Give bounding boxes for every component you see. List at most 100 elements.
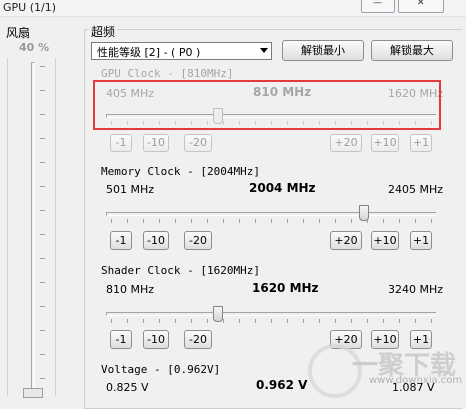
unlock-max-button[interactable]: 解锁最大 <box>371 40 453 61</box>
fan-slider-tick <box>40 114 45 115</box>
slider-tick <box>335 319 336 323</box>
watermark-url: www.downxia.com <box>369 375 463 386</box>
slider-tick <box>383 219 384 223</box>
slider-tick <box>223 219 224 223</box>
slider-tick <box>271 319 272 323</box>
slider-tick <box>367 319 368 323</box>
memory-clock-title: Memory Clock - [2004MHz] <box>101 165 260 178</box>
slider-tick <box>351 319 352 323</box>
slider-tick <box>143 219 144 223</box>
slider-tick <box>239 319 240 323</box>
fan-slider-tick <box>40 354 45 355</box>
gpu-clock-minus-20-button[interactable]: -20 <box>184 134 212 152</box>
fan-percent: 40 % <box>19 41 50 54</box>
memory-clock-minus-10-button[interactable]: -10 <box>143 231 169 250</box>
fan-slider-tick <box>40 162 45 163</box>
slider-tick <box>287 219 288 223</box>
unlock-min-button[interactable]: 解锁最小 <box>282 40 364 61</box>
slider-tick <box>303 319 304 323</box>
slider-tick <box>319 219 320 223</box>
fan-slider-tick <box>40 186 45 187</box>
fan-panel-border <box>55 58 56 396</box>
slider-tick <box>143 121 144 125</box>
slider-tick <box>159 219 160 223</box>
gpu-clock-highlight-box <box>93 80 441 130</box>
voltage-title: Voltage - [0.962V] <box>101 363 221 376</box>
slider-tick <box>191 121 192 125</box>
perf-level-value: 性能等级 [2] - ( P0 ) <box>97 46 201 59</box>
shader-clock-current: 1620 MHz <box>252 281 319 295</box>
slider-tick <box>367 121 368 125</box>
gpu-clock-minus-10-button[interactable]: -10 <box>143 134 169 152</box>
shader-clock-minus-1-button[interactable]: -1 <box>110 330 132 349</box>
fan-panel-border <box>7 58 8 396</box>
window-title: GPU (1/1) <box>3 1 56 14</box>
shader-clock-title: Shader Clock - [1620MHz] <box>101 264 260 277</box>
slider-tick <box>143 319 144 323</box>
slider-tick <box>367 219 368 223</box>
memory-clock-minus-1-button[interactable]: -1 <box>110 231 132 250</box>
fan-slider-tick <box>40 90 45 91</box>
gpu-clock-minus-1-button[interactable]: -1 <box>110 134 132 152</box>
memory-clock-minus-20-button[interactable]: -20 <box>184 231 212 250</box>
slider-tick <box>127 219 128 223</box>
fan-slider-track[interactable] <box>31 62 35 396</box>
memory-clock-plus-1-button[interactable]: +1 <box>410 231 432 250</box>
slider-tick <box>239 219 240 223</box>
fan-slider-tick <box>40 210 45 211</box>
slider-tick <box>431 219 432 223</box>
fan-slider-tick <box>40 138 45 139</box>
slider-tick <box>415 219 416 223</box>
slider-tick <box>399 319 400 323</box>
memory-clock-slider-track[interactable] <box>106 212 436 216</box>
slider-tick <box>191 219 192 223</box>
slider-tick <box>175 121 176 125</box>
slider-tick <box>319 319 320 323</box>
fan-slider-tick <box>40 306 45 307</box>
slider-tick <box>351 121 352 125</box>
close-button[interactable]: ✕ <box>398 0 444 13</box>
fan-slider-tick <box>40 330 45 331</box>
shader-clock-slider-thumb[interactable] <box>212 306 223 322</box>
gpu-clock-plus-1-button[interactable]: +1 <box>410 134 432 152</box>
fan-slider-tick <box>40 282 45 283</box>
memory-clock-min: 501 MHz <box>106 183 155 196</box>
slider-tick <box>127 319 128 323</box>
window-title-bar <box>0 0 466 17</box>
slider-tick <box>383 319 384 323</box>
slider-tick <box>255 121 256 125</box>
slider-tick <box>223 319 224 323</box>
gpu-clock-title: GPU Clock - [810MHz] <box>101 67 234 80</box>
memory-clock-plus-20-button[interactable]: +20 <box>330 231 362 250</box>
slider-tick <box>111 219 112 223</box>
fan-slider-tick <box>40 66 45 67</box>
slider-tick <box>287 319 288 323</box>
gpu-clock-plus-10-button[interactable]: +10 <box>371 134 399 152</box>
fan-slider-tick <box>40 258 45 259</box>
slider-tick <box>175 219 176 223</box>
memory-clock-current: 2004 MHz <box>249 181 316 195</box>
shader-clock-minus-20-button[interactable]: -20 <box>184 330 212 349</box>
voltage-min: 0.825 V <box>106 381 149 394</box>
slider-tick <box>207 319 208 323</box>
slider-tick <box>159 121 160 125</box>
slider-tick <box>223 121 224 125</box>
memory-clock-max: 2405 MHz <box>388 183 444 196</box>
gpu-clock-plus-20-button[interactable]: +20 <box>330 134 362 152</box>
slider-tick <box>159 319 160 323</box>
fan-slider-tick <box>40 234 45 235</box>
memory-clock-plus-10-button[interactable]: +10 <box>371 231 399 250</box>
slider-tick <box>399 219 400 223</box>
shader-clock-max: 3240 MHz <box>388 283 444 296</box>
slider-tick <box>111 121 112 125</box>
fan-slider-thumb[interactable] <box>23 388 43 398</box>
close-icon: ✕ <box>417 0 425 8</box>
perf-level-select[interactable]: 性能等级 [2] - ( P0 ) <box>91 42 272 60</box>
fan-slider-tick <box>40 378 45 379</box>
minimize-button[interactable]: — <box>361 0 395 13</box>
shader-clock-slider-track[interactable] <box>106 312 436 316</box>
slider-tick <box>335 121 336 125</box>
shader-clock-minus-10-button[interactable]: -10 <box>143 330 169 349</box>
slider-tick <box>207 121 208 125</box>
slider-tick <box>431 319 432 323</box>
